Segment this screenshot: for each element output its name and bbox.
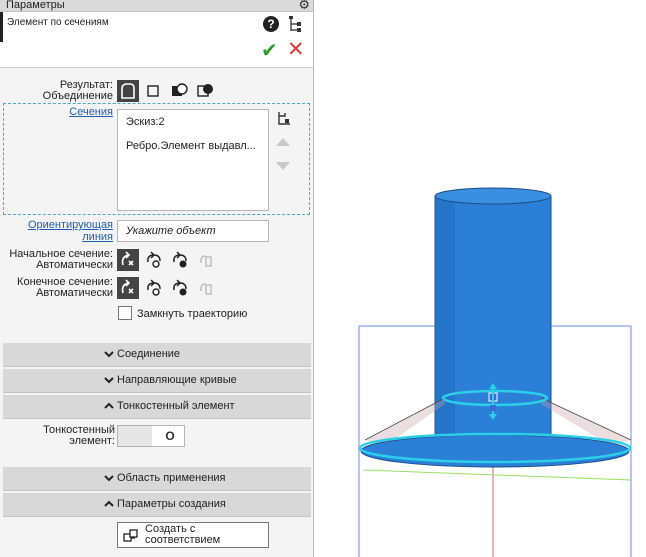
thinwall-toggle[interactable]: O: [117, 425, 185, 447]
end-normal-button[interactable]: [143, 277, 165, 299]
orient-line-input[interactable]: Укажите объект: [117, 220, 269, 242]
list-item[interactable]: Ребро.Элемент выдавл...: [126, 140, 256, 152]
triad-handle: [490, 405, 496, 411]
toggle-state: O: [165, 429, 175, 443]
model-scene: [358, 187, 632, 557]
chevron-down-icon: [104, 351, 114, 358]
group-thinwall[interactable]: Тонкостенный элемент: [3, 395, 311, 419]
parameters-panel: Параметры ⚙ Элемент по сечениям ? ✔ ✕ Ре…: [0, 0, 314, 557]
group-scope-label: Область применения: [117, 472, 226, 484]
result-subtract-button[interactable]: [168, 80, 190, 102]
cylinder-top: [434, 187, 552, 205]
end-section-value: Автоматически: [36, 287, 113, 299]
group-creation[interactable]: Параметры создания: [3, 493, 311, 517]
operation-name: Элемент по сечениям: [7, 17, 109, 28]
group-connection-label: Соединение: [117, 348, 181, 360]
panel-titlebar: Параметры ⚙: [0, 0, 313, 12]
close-path-checkbox[interactable]: [118, 306, 132, 320]
new-body-icon: [147, 85, 159, 97]
subtract-icon: [172, 83, 188, 96]
tree-icon[interactable]: [288, 15, 302, 33]
orient-line-label-2[interactable]: линия: [82, 231, 113, 243]
result-value: Объединение: [42, 90, 113, 102]
intersect-icon: [197, 84, 213, 97]
create-button-label-2: соответствием: [145, 534, 221, 546]
chevron-up-icon: [104, 402, 114, 409]
header-marker: [0, 12, 3, 42]
result-intersect-button[interactable]: [194, 80, 216, 102]
rotate-tangent-icon: [173, 251, 187, 268]
panel-title: Параметры: [6, 0, 65, 11]
group-guides[interactable]: Направляющие кривые: [3, 369, 311, 393]
chevron-down-icon: [104, 377, 114, 384]
3d-viewport[interactable]: [315, 0, 646, 557]
cancel-x-icon[interactable]: ✕: [287, 39, 305, 60]
rotate-normal-icon: [147, 251, 161, 268]
start-tangent-button[interactable]: [169, 249, 191, 271]
group-thinwall-label: Тонкостенный элемент: [117, 400, 235, 412]
start-disabled-button: [195, 249, 217, 271]
select-in-tree-icon[interactable]: [276, 110, 292, 126]
auto-direction-icon: [121, 251, 134, 266]
create-with-correspondence-button[interactable]: Создать с соответствием: [117, 522, 269, 548]
end-tangent-button[interactable]: [169, 277, 191, 299]
start-section-value: Автоматически: [36, 259, 113, 271]
chevron-up-icon: [104, 500, 114, 507]
toggle-track: [118, 426, 152, 446]
sections-list[interactable]: Эскиз:2 Ребро.Элемент выдавл...: [117, 109, 269, 211]
result-union-button[interactable]: [117, 80, 139, 102]
end-auto-button[interactable]: [117, 277, 139, 299]
thinwall-label-2: элемент:: [69, 435, 115, 447]
rotate-disabled-icon: [200, 255, 212, 267]
help-icon[interactable]: ?: [263, 16, 279, 32]
green-guide: [362, 469, 632, 481]
cylinder-shade: [435, 196, 455, 458]
start-normal-button[interactable]: [143, 249, 165, 271]
chevron-down-icon: [104, 475, 114, 482]
rotate-tangent-icon: [173, 279, 187, 296]
rotate-normal-icon: [147, 279, 161, 296]
group-creation-label: Параметры создания: [117, 498, 226, 510]
end-disabled-button: [195, 277, 217, 299]
close-path-label[interactable]: Замкнуть траекторию: [137, 308, 247, 320]
cubes-icon: [123, 529, 138, 542]
move-up-arrow-icon[interactable]: [276, 138, 290, 146]
orient-line-label-1[interactable]: Ориентирующая: [28, 219, 113, 231]
sections-label[interactable]: Сечения: [69, 106, 113, 118]
ok-check-icon[interactable]: ✔: [261, 41, 278, 61]
group-guides-label: Направляющие кривые: [117, 374, 237, 386]
union-icon: [121, 83, 135, 99]
group-scope[interactable]: Область применения: [3, 467, 311, 491]
result-new-body-button[interactable]: [142, 80, 164, 102]
group-connection[interactable]: Соединение: [3, 343, 311, 367]
move-down-arrow-icon[interactable]: [276, 162, 290, 170]
start-auto-button[interactable]: [117, 249, 139, 271]
auto-direction-icon: [121, 279, 134, 294]
operation-header: Элемент по сечениям ? ✔ ✕: [0, 12, 313, 68]
rotate-disabled-icon: [200, 283, 212, 295]
list-item[interactable]: Эскиз:2: [126, 116, 165, 128]
